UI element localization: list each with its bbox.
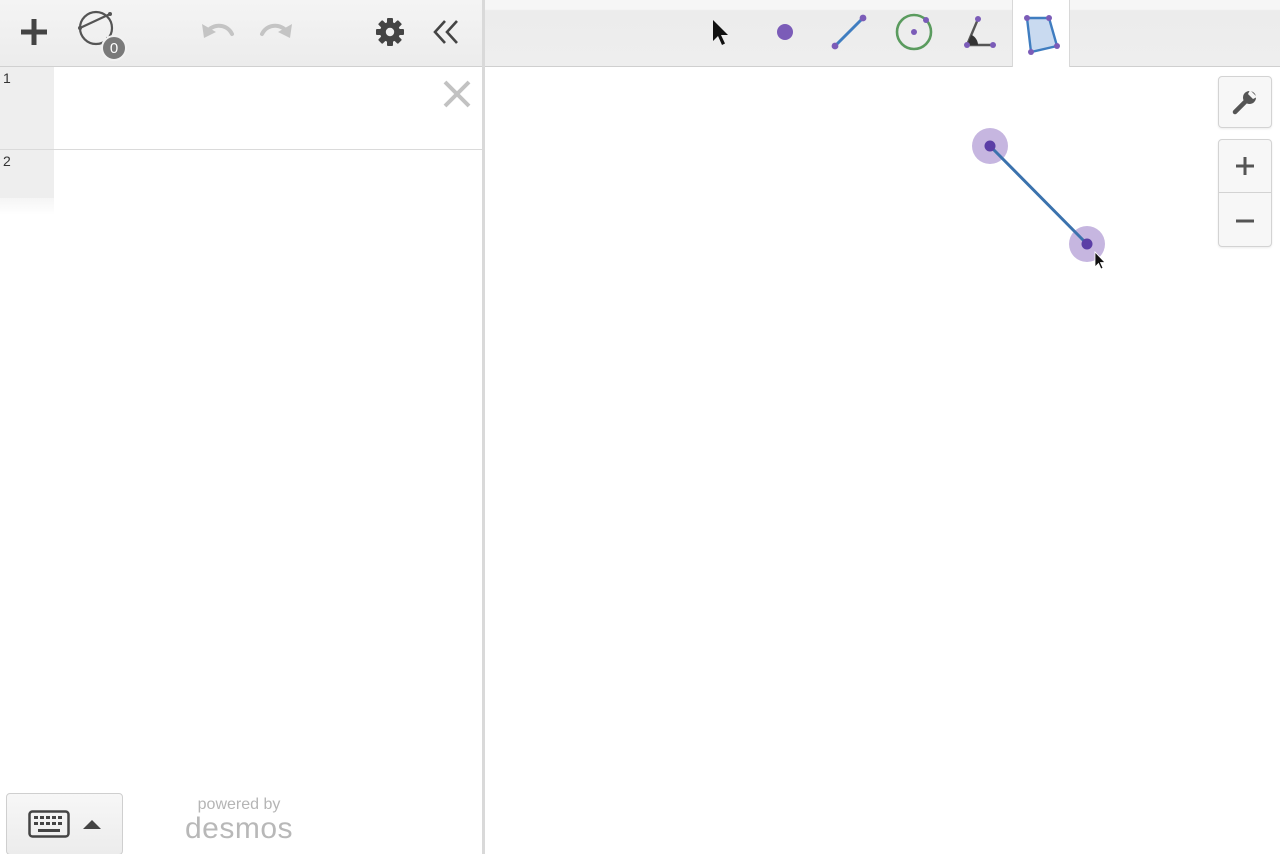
point-icon: [777, 24, 793, 40]
expression-index: 2: [3, 153, 11, 169]
circle-tool[interactable]: [885, 6, 943, 58]
zoom-out-button[interactable]: [1219, 194, 1271, 246]
close-icon: [443, 80, 471, 108]
add-item-button[interactable]: [14, 12, 54, 52]
desmos-wordmark: desmos: [184, 812, 294, 845]
point[interactable]: [984, 140, 996, 152]
undo-button[interactable]: [198, 14, 238, 50]
expression-panel: 0 1 2 powered by desmos: [0, 0, 483, 854]
redo-icon: [260, 23, 292, 38]
point-tool[interactable]: [756, 6, 814, 58]
expression-index: 1: [3, 70, 11, 86]
expression-gutter: 1: [0, 67, 54, 149]
segment[interactable]: [988, 144, 1089, 246]
angle-tool[interactable]: [949, 6, 1007, 58]
select-tool[interactable]: [691, 6, 749, 58]
zoom-controls: [1218, 139, 1272, 247]
wrench-icon: [1232, 90, 1257, 115]
segment-icon: [831, 14, 867, 50]
graph-settings-button[interactable]: [1218, 76, 1272, 128]
circle-icon: [895, 13, 933, 51]
desmos-geometry-app: 0 1 2 powered by desmos: [0, 0, 1280, 854]
segment-tool[interactable]: [820, 6, 878, 58]
gear-icon: [376, 18, 404, 46]
plus-icon: [21, 19, 47, 45]
undo-icon: [202, 23, 234, 38]
expression-toolbar: 0: [0, 0, 483, 67]
polygon-icon: [1024, 14, 1060, 55]
collapse-panel-button[interactable]: [426, 12, 466, 52]
expression-gutter: 2: [0, 150, 54, 198]
expression-row[interactable]: 2: [0, 150, 483, 215]
canvas-drawing: [972, 128, 1106, 270]
shapes-count-badge: 0: [101, 35, 127, 61]
point[interactable]: [1081, 238, 1093, 250]
keyboard-icon: [28, 810, 70, 838]
geometry-canvas[interactable]: [485, 68, 1280, 854]
powered-by-desmos-logo[interactable]: powered by desmos: [180, 796, 298, 844]
caret-up-icon: [83, 820, 101, 829]
expression-row[interactable]: 1: [0, 67, 483, 150]
arrow-pointer-icon: [713, 20, 728, 45]
zoom-in-plus-icon: [1236, 157, 1254, 175]
redo-button[interactable]: [256, 14, 296, 50]
expression-gutter-tail: [0, 198, 54, 215]
zoom-out-minus-icon: [1236, 219, 1254, 222]
geometry-toolbar: [485, 0, 1280, 67]
keyboard-toggle-button[interactable]: [6, 793, 123, 854]
expression-list: 1 2: [0, 67, 483, 215]
shapes-button[interactable]: 0: [74, 6, 128, 61]
zoom-in-button[interactable]: [1219, 140, 1271, 193]
settings-button[interactable]: [370, 12, 410, 52]
polygon-tool[interactable]: [1012, 0, 1070, 67]
delete-expression-button[interactable]: [440, 77, 474, 111]
double-chevron-left-icon: [433, 20, 458, 44]
angle-icon: [964, 16, 996, 48]
